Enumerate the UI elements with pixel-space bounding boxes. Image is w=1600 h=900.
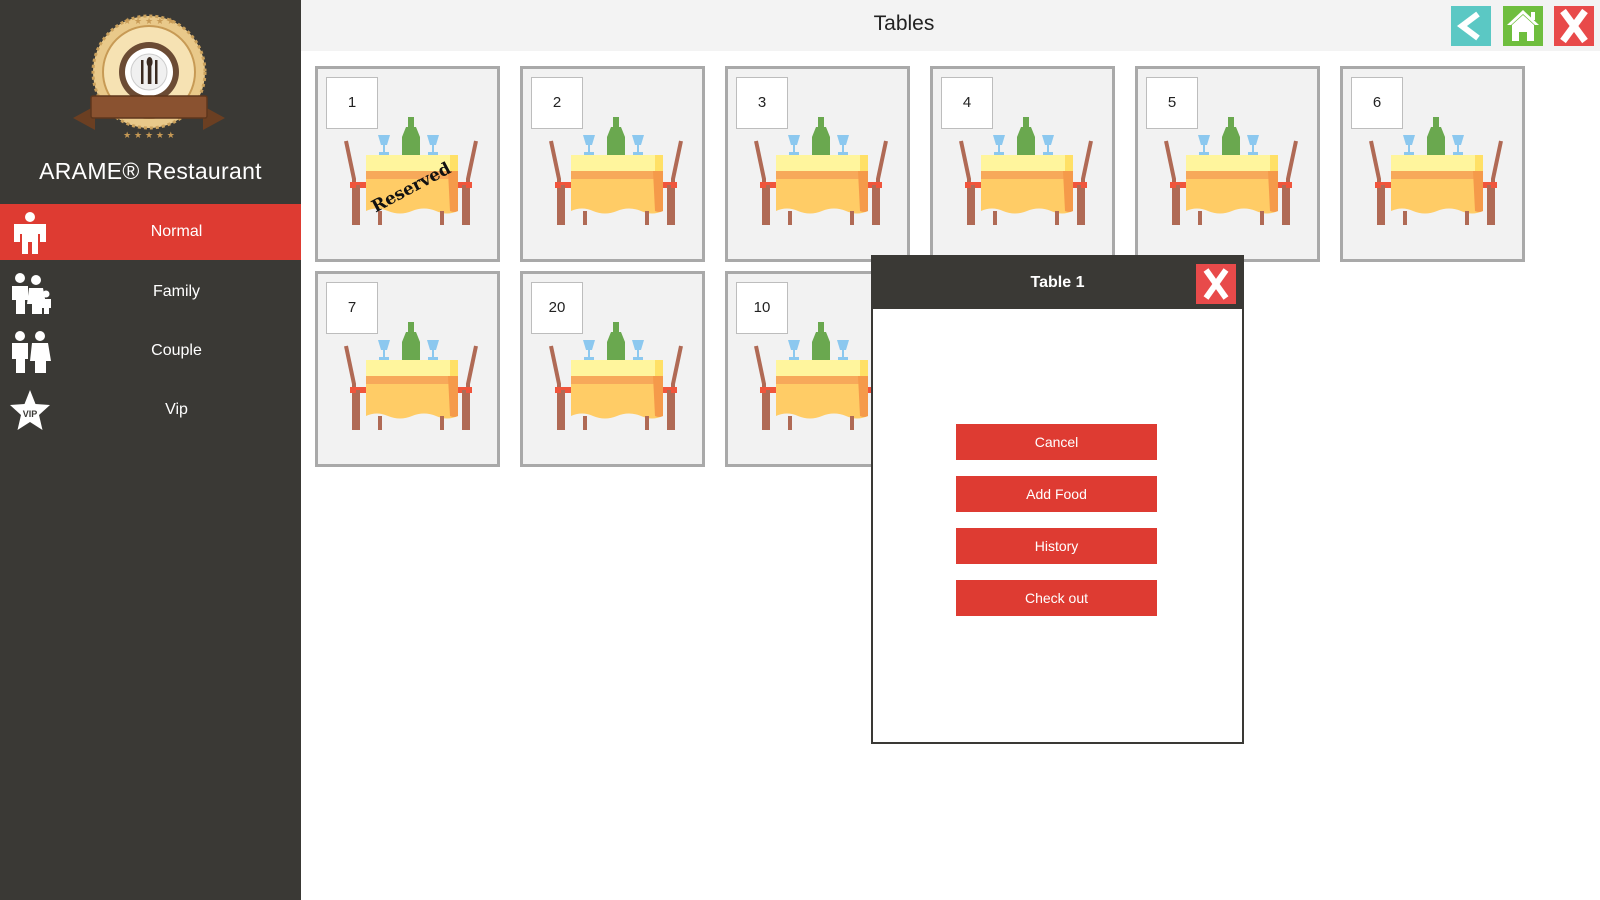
table-dialog: Table 1 Cancel Add Food History Check ou… [871,255,1244,744]
table-card-7[interactable]: 7 [315,271,500,467]
sidebar-item-label: Normal [150,223,203,240]
dialog-title: Table 1 [1030,274,1085,291]
home-button[interactable] [1503,6,1543,46]
dialog-close-button[interactable] [1196,264,1236,304]
table-card-1[interactable]: 1 Reserved [315,66,500,262]
back-button[interactable] [1451,6,1491,46]
dining-table-icon [344,322,478,430]
sidebar-item-couple[interactable]: Couple [0,323,301,379]
dialog-header: Table 1 [873,257,1242,309]
dining-table-icon [549,117,683,225]
sidebar-item-normal[interactable]: Normal [0,204,301,260]
close-app-button[interactable] [1554,6,1594,46]
sidebar-item-vip[interactable]: VIP Vip [0,382,301,438]
history-button[interactable]: History [956,528,1157,564]
sidebar-item-label: Vip [165,401,188,418]
sidebar-item-family[interactable]: Family [0,264,301,320]
svg-text:★ ★ ★ ★ ★: ★ ★ ★ ★ ★ [123,131,175,141]
family-icon [12,273,51,314]
dining-table-icon: Reserved [344,117,478,225]
add-food-button[interactable]: Add Food [956,476,1157,512]
cancel-button[interactable]: Cancel [956,424,1157,460]
page-title: Tables [873,12,935,35]
dining-table-icon [1369,117,1503,225]
person-icon [14,212,46,254]
header-bar: Tables [301,0,1600,51]
restaurant-logo: ★ ★ ★ ★ ★ ★ ★ ★ ★ ★ [73,14,225,141]
table-card-20[interactable]: 20 [520,271,705,467]
sidebar-item-label: Family [152,283,201,300]
sidebar: ★ ★ ★ ★ ★ ★ ★ ★ ★ ★ ARAME® Restaurant No… [0,0,301,900]
table-card-6[interactable]: 6 [1340,66,1525,262]
table-card-3[interactable]: 3 [725,66,910,262]
vip-star-icon: VIP [10,390,50,430]
dining-table-icon [549,322,683,430]
table-card-4[interactable]: 4 [930,66,1115,262]
svg-text:★ ★ ★ ★ ★: ★ ★ ★ ★ ★ [123,17,175,27]
dining-table-icon [1164,117,1298,225]
table-card-5[interactable]: 5 [1135,66,1320,262]
dining-table-icon [754,117,888,225]
check-out-button[interactable]: Check out [956,580,1157,616]
table-card-2[interactable]: 2 [520,66,705,262]
vip-badge-text: VIP [23,409,38,419]
dining-table-icon [959,117,1093,225]
sidebar-item-label: Couple [151,342,202,359]
couple-icon [12,331,51,373]
brand-name: ARAME® Restaurant [39,158,262,184]
